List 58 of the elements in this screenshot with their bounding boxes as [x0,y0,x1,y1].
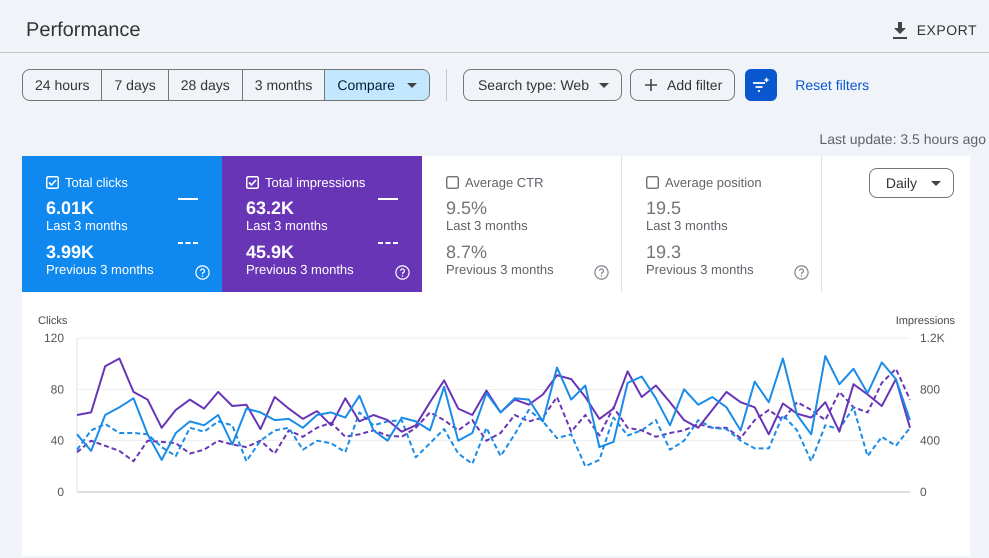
period-label: Last 3 months [246,218,328,234]
metric-value: 45.9K [246,242,296,262]
help-icon[interactable] [794,265,809,280]
tick-label: 0 [57,485,64,499]
filter-icon [752,77,770,93]
tick-label: 120 [44,331,64,345]
checkbox[interactable] [446,176,459,189]
metric-card[interactable]: Average position 19.5 Last 3 months 19.3 Previous 3 months [622,156,822,292]
reset-filters-link[interactable]: Reset filters [789,77,876,93]
period-label: Last 3 months [46,218,128,234]
tick-label: 400 [920,434,940,448]
plus-icon [645,79,657,91]
axis-title: Impressions [896,315,955,327]
download-icon [892,22,907,38]
tick-label: 40 [50,434,64,448]
axis-title: Clicks [38,315,68,327]
tick-label: 0 [920,485,927,499]
tick-label: 1.2K [920,331,945,345]
period-label: Previous 3 months [46,262,154,278]
last-update-text: Last update: 3.5 hours ago [818,130,987,149]
period-label: Last 3 months [646,218,728,234]
checkbox[interactable] [646,176,659,189]
metric-value: 63.2K [246,198,296,218]
metric-label: Average position [665,175,762,190]
metric-value: 8.7% [446,242,488,262]
metric-value: 19.5 [646,198,682,218]
page-title: Performance [26,18,140,42]
metric-value: 19.3 [646,242,682,262]
granularity-dropdown[interactable]: Daily [868,168,954,198]
metric-label: Total clicks [65,175,128,190]
add-filter-button[interactable]: Add filter [630,69,736,101]
solid-line-icon [378,198,398,200]
period-label: Previous 3 months [646,262,754,278]
metric-label: Average CTR [465,175,544,190]
solid-line-icon [178,198,198,200]
period-label: Last 3 months [446,218,528,234]
date-range-tab[interactable]: 7 days [101,70,168,100]
date-range-tab[interactable]: 28 days [168,70,242,100]
filter-button[interactable] [745,69,778,101]
caret-icon [406,82,417,88]
metric-label: Total impressions [265,175,366,190]
period-label: Previous 3 months [446,262,554,278]
help-icon[interactable] [594,265,609,280]
caret-icon [599,82,609,88]
dashed-line-icon [378,242,398,244]
metric-value: 6.01K [46,198,96,218]
tick-label: 80 [50,382,64,396]
metric-value: 9.5% [446,198,488,218]
caret-icon [931,180,941,186]
period-label: Previous 3 months [246,262,354,278]
dashed-line-icon [178,242,198,244]
metric-card[interactable]: Average CTR 9.5% Last 3 months 8.7% Previous 3 months [422,156,622,292]
date-range-tab[interactable]: Compare [324,70,429,100]
search-type-dropdown[interactable]: Search type: Web [462,69,622,101]
tick-label: 800 [920,382,940,396]
export-button[interactable]: EXPORT [892,18,977,42]
metric-value: 3.99K [46,242,96,262]
date-range-tab[interactable]: 24 hours [23,70,102,100]
